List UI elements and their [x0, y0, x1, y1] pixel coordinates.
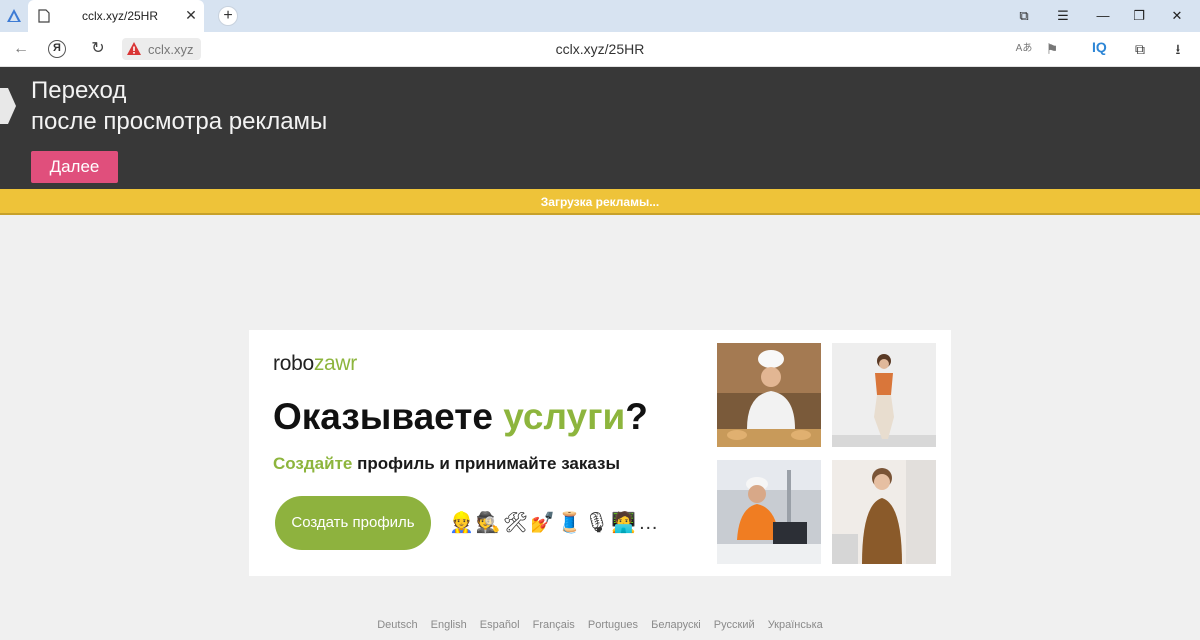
header-title-line1: Переход: [31, 77, 127, 104]
headline-part-2: услуги: [503, 396, 626, 437]
tab-close-icon[interactable]: ✕: [182, 6, 200, 24]
back-icon[interactable]: ←: [10, 39, 32, 59]
lang-link-ru[interactable]: Русский: [714, 619, 755, 631]
warning-icon: [127, 42, 141, 55]
ad-headline: Оказываете услуги?: [273, 396, 648, 438]
restore-icon[interactable]: ❐: [1128, 6, 1150, 26]
iq-icon[interactable]: IQ: [1092, 39, 1107, 55]
lang-link-de[interactable]: Deutsch: [377, 619, 417, 631]
new-tab-button[interactable]: +: [218, 6, 238, 26]
extensions-icon[interactable]: ⧉: [1129, 39, 1151, 59]
headline-part-1: Оказываете: [273, 396, 504, 437]
ad-subtitle: Создайте профиль и принимайте заказы: [273, 454, 620, 474]
language-list: Deutsch English Español Français Portugu…: [0, 619, 1200, 631]
chevron-right-icon: [0, 88, 16, 124]
logo-part-2: zawr: [313, 352, 357, 375]
headline-part-3: ?: [625, 396, 648, 437]
yoga-woman-photo: [832, 343, 936, 447]
close-window-icon[interactable]: ✕: [1166, 6, 1188, 26]
ad-banner[interactable]: robozawr Оказываете услуги? Создайте про…: [249, 330, 951, 576]
next-button[interactable]: Далее: [31, 151, 118, 183]
reload-icon[interactable]: ↻: [87, 39, 109, 59]
profession-emojis: 👷🕵🛠💅🧵🎙🧑‍💻…: [449, 512, 661, 534]
lang-link-be[interactable]: Беларускі: [651, 619, 701, 631]
loading-text: Загрузка рекламы...: [540, 195, 660, 209]
translate-icon[interactable]: Aあ: [1013, 39, 1035, 59]
menu-icon[interactable]: ☰: [1052, 6, 1074, 26]
robozawr-logo: robozawr: [273, 352, 357, 376]
lang-link-fr[interactable]: Français: [533, 619, 575, 631]
logo-part-1: robo: [273, 352, 314, 375]
minimize-icon[interactable]: —: [1092, 6, 1114, 26]
chef-photo: [717, 343, 821, 447]
lang-link-es[interactable]: Español: [480, 619, 520, 631]
subtitle-part-2: профиль и принимайте заказы: [352, 454, 621, 473]
tailor-photo: [832, 460, 936, 564]
ad-loading-bar: Загрузка рекламы...: [0, 189, 1200, 215]
page-icon: [38, 9, 50, 23]
header-title-line2: после просмотра рекламы: [31, 108, 328, 135]
lang-link-en[interactable]: English: [431, 619, 467, 631]
tab-active[interactable]: cclx.xyz/25HR ✕: [28, 0, 204, 32]
create-profile-button[interactable]: Создать профиль: [275, 496, 431, 550]
address-bar: ← Я ↻ cclx.xyz cclx.xyz/25HR Aあ ⚑ IQ ⧉ ⭳: [0, 32, 1200, 67]
site-security-chip[interactable]: cclx.xyz: [122, 38, 201, 60]
collections-icon[interactable]: ⧉: [1013, 6, 1035, 26]
download-icon[interactable]: ⭳: [1167, 39, 1189, 59]
tab-bar: cclx.xyz/25HR ✕ + ⧉ ☰ — ❐ ✕: [0, 0, 1200, 32]
tab-title: cclx.xyz/25HR: [82, 9, 159, 23]
site-host: cclx.xyz: [148, 42, 194, 57]
redirect-header: Переход после просмотра рекламы Далее: [0, 67, 1200, 189]
yandex-icon[interactable]: Я: [48, 40, 66, 58]
subtitle-part-1: Создайте: [273, 454, 353, 473]
yandex-browser-logo-icon[interactable]: [4, 6, 24, 26]
engineer-photo: [717, 460, 821, 564]
bookmark-icon[interactable]: ⚑: [1041, 39, 1063, 59]
lang-link-pt[interactable]: Portugues: [588, 619, 638, 631]
lang-link-uk[interactable]: Українська: [768, 619, 823, 631]
